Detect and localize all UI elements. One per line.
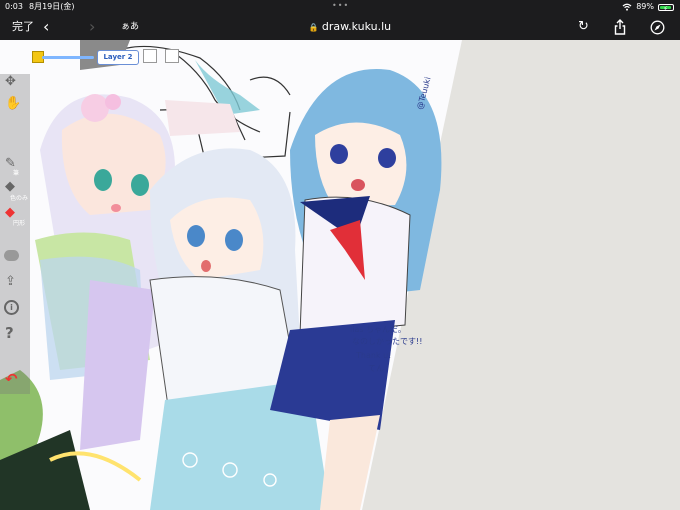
handwritten-note-line: Thank u! [355,351,391,360]
tool-label-circle: 円形 [13,220,26,227]
handwritten-note-line: てん [368,364,384,373]
handwritten-note-line: なのしかったです!! [352,337,422,346]
battery-icon: ⚡ [658,3,674,13]
layer-settings-icon[interactable] [165,49,179,63]
artwork-illustration: lias ちゃんだ。 なのしかったです!! Thank u! てん @Teuuk… [0,40,462,510]
help-icon[interactable]: ? [5,324,14,342]
handwritten-note-line: lias ちゃんだ。 [350,325,406,334]
tool-palette: ✥ ✋ ✎ 筆 ◆ 色のみ ◆ 円形 ⇪ i ? ↶ [0,74,30,394]
back-button[interactable]: ‹ [43,14,49,40]
status-indicators: 89% ⚡ [622,0,674,14]
tool-label-colorpick: 色のみ [10,195,29,202]
drawing-canvas[interactable]: lias ちゃんだ。 なのしかったです!! Thank u! てん @Teuuk… [0,40,680,510]
multitasking-dots[interactable]: ••• [332,0,349,13]
brush-size-slider[interactable] [42,56,94,59]
wifi-icon [622,3,632,11]
url-field[interactable]: 🔒 draw.kuku.lu [280,14,420,40]
url-text: draw.kuku.lu [321,20,392,33]
done-button[interactable]: 完了 [12,14,34,40]
compass-icon[interactable] [650,14,665,40]
status-bar: 0:03 8月19日(金) ••• 89% ⚡ [0,0,680,14]
battery-percent: 89% [636,2,654,11]
share-icon[interactable] [614,14,626,40]
undo-icon[interactable]: ↶ [5,370,18,388]
forward-button[interactable]: › [89,14,95,40]
reload-button[interactable]: ↻ [578,14,589,40]
chat-icon[interactable] [4,250,19,261]
eraser-icon[interactable] [143,49,157,63]
text-size-button[interactable]: ぁあ [121,14,139,40]
export-icon[interactable]: ⇪ [5,274,16,289]
layer-select[interactable]: Layer 2 [97,50,139,65]
safari-toolbar: 完了 ‹ › ぁあ 🔒 draw.kuku.lu ↻ [0,14,680,40]
lock-icon: 🔒 [308,23,319,32]
tool-label-pen: 筆 [13,170,20,177]
dropper-icon[interactable]: ◆ [5,179,15,194]
move-icon[interactable]: ✥ [5,74,16,89]
layer-toolbar: Layer 2 [0,40,200,74]
status-time: 0:03 [5,2,23,11]
hand-icon[interactable]: ✋ [5,96,21,111]
info-icon[interactable]: i [4,300,19,315]
status-date: 8月19日(金) [29,2,75,11]
